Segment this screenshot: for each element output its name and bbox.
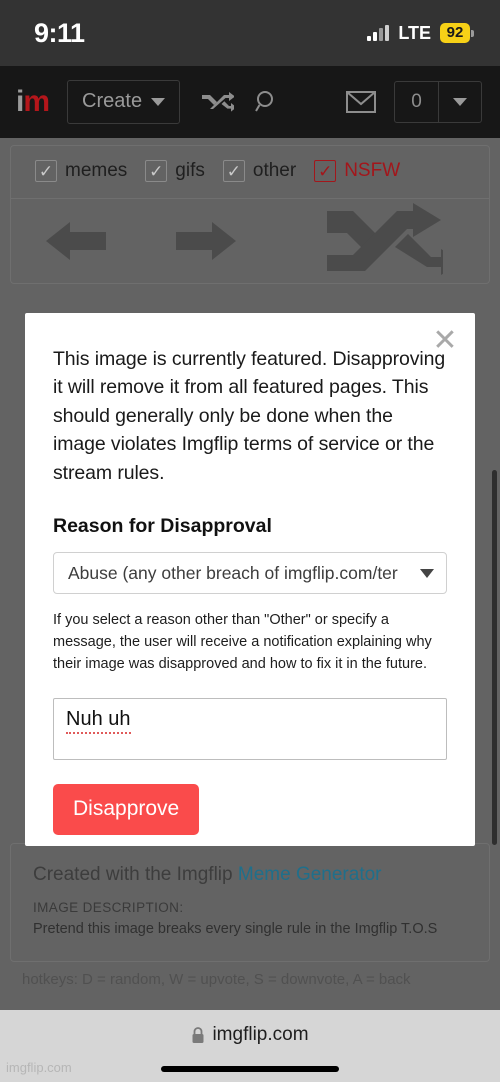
image-credit-panel: Created with the Imgflip Meme Generator … bbox=[10, 843, 490, 962]
created-with-line: Created with the Imgflip Meme Generator bbox=[33, 864, 467, 886]
checkbox-gifs[interactable]: ✓ bbox=[145, 160, 168, 182]
disapprove-button[interactable]: Disapprove bbox=[53, 783, 200, 835]
hotkeys-hint-cutoff: hotkeys: D = random, W = upvote, S = dow… bbox=[22, 971, 411, 988]
modal-body-text: This image is currently featured. Disapp… bbox=[53, 348, 446, 484]
filter-nsfw[interactable]: ✓ NSFW bbox=[314, 160, 400, 182]
filter-label-memes: memes bbox=[65, 160, 128, 181]
checkbox-other[interactable]: ✓ bbox=[222, 160, 245, 182]
url-row[interactable]: imgflip.com bbox=[191, 1024, 309, 1046]
reason-select[interactable]: Abuse (any other breach of imgflip.com/t… bbox=[53, 552, 447, 595]
checkbox-nsfw[interactable]: ✓ bbox=[314, 160, 337, 182]
message-textarea[interactable]: Nuh uh bbox=[53, 697, 447, 760]
create-button[interactable]: Create bbox=[67, 80, 181, 124]
arrow-right-icon bbox=[176, 222, 236, 260]
notifications-group[interactable]: 0 bbox=[394, 81, 482, 123]
chevron-down-icon[interactable] bbox=[439, 82, 481, 122]
browser-bottom-bar: imgflip.com imgflip.com bbox=[0, 1010, 500, 1082]
reason-heading: Reason for Disapproval bbox=[53, 515, 272, 538]
battery-tip bbox=[471, 29, 474, 37]
navbar-right: 0 bbox=[326, 81, 482, 123]
shuffle-icon[interactable] bbox=[200, 90, 235, 114]
reason-helper-text: If you select a reason other than "Other… bbox=[53, 612, 432, 672]
notification-count: 0 bbox=[395, 82, 439, 122]
reason-select-value: Abuse (any other breach of imgflip.com/t… bbox=[68, 562, 398, 583]
create-button-label: Create bbox=[82, 90, 143, 112]
filter-label-nsfw: NSFW bbox=[344, 160, 401, 181]
ios-status-bar: 9:11 LTE 92 bbox=[0, 0, 500, 66]
filter-label-gifs: gifs bbox=[175, 160, 205, 181]
signal-bars-icon bbox=[367, 25, 390, 41]
message-value: Nuh uh bbox=[66, 708, 131, 734]
page-scrollbar[interactable] bbox=[492, 470, 497, 845]
site-navbar: im Create 0 bbox=[0, 66, 500, 138]
meme-generator-link[interactable]: Meme Generator bbox=[238, 864, 382, 885]
logo-letter-m: m bbox=[23, 85, 50, 118]
battery-icon: 92 bbox=[440, 22, 474, 44]
close-icon[interactable]: ✕ bbox=[429, 325, 461, 357]
lock-icon bbox=[192, 1026, 204, 1043]
network-label: LTE bbox=[398, 22, 431, 43]
url-text: imgflip.com bbox=[212, 1024, 309, 1045]
status-time: 9:11 bbox=[34, 17, 85, 48]
next-image-button[interactable] bbox=[141, 216, 271, 266]
shuffle-icon bbox=[327, 203, 443, 275]
imgflip-logo[interactable]: im bbox=[16, 85, 50, 118]
home-indicator bbox=[161, 1066, 339, 1072]
envelope-icon[interactable] bbox=[346, 91, 376, 113]
shuffle-button[interactable] bbox=[325, 203, 489, 279]
browse-panel: ✓ memes ✓ gifs ✓ other ✓ NSFW bbox=[10, 145, 490, 284]
chevron-down-icon bbox=[151, 97, 166, 106]
filter-other[interactable]: ✓ other bbox=[222, 160, 297, 182]
chevron-down-icon bbox=[420, 568, 434, 578]
navigation-arrow-row bbox=[11, 199, 489, 283]
checkbox-memes[interactable]: ✓ bbox=[35, 160, 57, 182]
imgflip-watermark: imgflip.com bbox=[6, 1060, 72, 1075]
filter-checkbox-row: ✓ memes ✓ gifs ✓ other ✓ NSFW bbox=[11, 146, 489, 199]
battery-percent: 92 bbox=[440, 22, 470, 44]
image-description-text: Pretend this image breaks every single r… bbox=[33, 921, 438, 937]
search-icon[interactable] bbox=[254, 89, 280, 115]
arrow-left-icon bbox=[46, 222, 106, 260]
disapprove-modal: ✕ This image is currently featured. Disa… bbox=[25, 313, 475, 846]
filter-gifs[interactable]: ✓ gifs bbox=[145, 160, 205, 182]
filter-memes[interactable]: ✓ memes bbox=[35, 160, 127, 182]
phone-screen: 9:11 LTE 92 im Create 0 ✓ memes ✓ gifs ✓… bbox=[0, 0, 500, 1082]
filter-label-other: other bbox=[252, 160, 297, 181]
created-with-prefix: Created with the Imgflip bbox=[33, 864, 238, 885]
prev-image-button[interactable] bbox=[11, 216, 141, 266]
status-right-group: LTE 92 bbox=[367, 23, 474, 44]
modal-inner: This image is currently featured. Disapp… bbox=[25, 313, 475, 835]
image-description-label: IMAGE DESCRIPTION: bbox=[33, 900, 184, 915]
